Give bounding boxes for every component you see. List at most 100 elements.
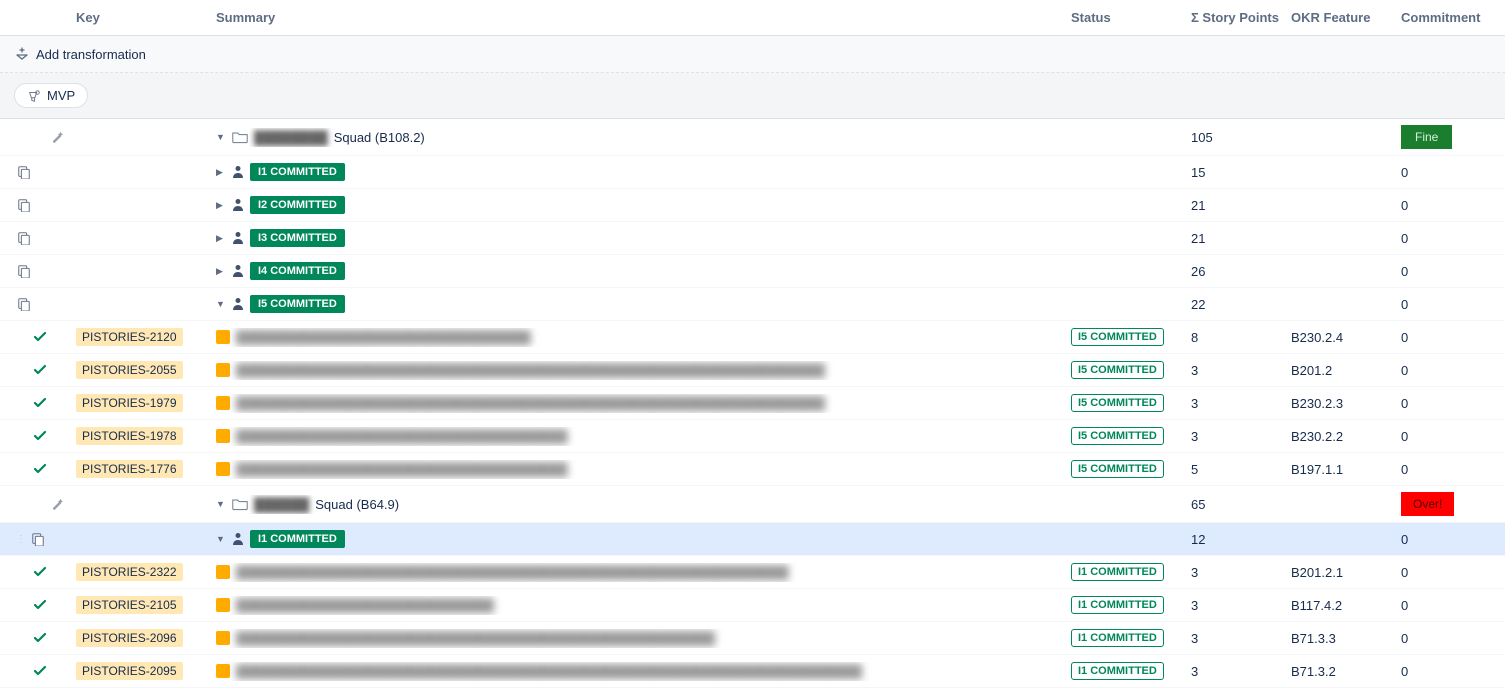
issue-key[interactable]: PISTORIES-1776 [76,460,183,478]
status-pill[interactable]: I1 COMMITTED [1071,563,1164,581]
status-pill[interactable]: I1 COMMITTED [1071,662,1164,680]
group-name-suffix: Squad (B108.2) [334,130,425,145]
story-summary[interactable]: ████████████████████████████ [236,598,494,613]
story-summary[interactable]: ████████████████████████████████████ [236,429,568,444]
iteration-row[interactable]: ▼ I5 COMMITTED 22 0 [0,288,1505,321]
page-icon[interactable] [16,263,32,279]
issue-key[interactable]: PISTORIES-1979 [76,394,183,412]
story-row[interactable]: PISTORIES-2095 █████████████████████████… [0,655,1505,688]
issue-key[interactable]: PISTORIES-2120 [76,328,183,346]
story-okr: B230.2.3 [1285,394,1395,413]
issue-key[interactable]: PISTORIES-2096 [76,629,183,647]
caret-down-icon[interactable]: ▼ [216,499,226,509]
group-row[interactable]: ▼ ████████ Squad (B108.2) 105 Fine [0,119,1505,156]
col-okr-feature[interactable]: OKR Feature [1285,6,1395,29]
story-row[interactable]: PISTORIES-2120 █████████████████████████… [0,321,1505,354]
story-summary[interactable]: ████████████████████████████████████████… [236,396,825,411]
story-commitment: 0 [1395,394,1495,413]
caret-right-icon[interactable]: ▶ [216,266,226,277]
filter-bar: MVP [0,73,1505,119]
story-type-icon [216,429,230,443]
iteration-row[interactable]: ▶ I3 COMMITTED 21 0 [0,222,1505,255]
page-icon[interactable] [16,164,32,180]
wand-icon[interactable] [50,130,64,144]
story-summary[interactable]: ████████████████████████████████ [236,330,531,345]
story-commitment: 0 [1395,563,1495,582]
folder-icon [232,130,248,144]
story-summary[interactable]: ████████████████████████████████████████… [236,664,862,679]
issue-key[interactable]: PISTORIES-2105 [76,596,183,614]
story-type-icon [216,631,230,645]
story-row[interactable]: PISTORIES-2322 █████████████████████████… [0,556,1505,589]
story-row[interactable]: PISTORIES-2055 █████████████████████████… [0,354,1505,387]
caret-right-icon[interactable]: ▶ [216,200,226,211]
col-story-points[interactable]: Σ Story Points [1185,6,1285,29]
iteration-row[interactable]: ▶ I2 COMMITTED 21 0 [0,189,1505,222]
story-summary[interactable]: ████████████████████████████████████████… [236,631,715,646]
status-pill[interactable]: I5 COMMITTED [1071,361,1164,379]
col-summary[interactable]: Summary [210,6,1065,29]
status-pill[interactable]: I5 COMMITTED [1071,328,1164,346]
iteration-commitment: 0 [1395,196,1495,215]
page-icon[interactable] [16,230,32,246]
iteration-row[interactable]: ⋮ ▼ I1 COMMITTED 12 0 [0,523,1505,556]
story-okr: B201.2 [1285,361,1395,380]
group-points: 105 [1185,128,1285,147]
story-points: 3 [1185,361,1285,380]
story-type-icon [216,462,230,476]
issue-key[interactable]: PISTORIES-1978 [76,427,183,445]
filter-chip-icon [27,89,41,103]
issue-key[interactable]: PISTORIES-2322 [76,563,183,581]
row-left [10,360,70,380]
story-row[interactable]: PISTORIES-1979 █████████████████████████… [0,387,1505,420]
status-pill[interactable]: I1 COMMITTED [1071,596,1164,614]
story-points: 8 [1185,328,1285,347]
wand-icon[interactable] [50,497,64,511]
issue-key[interactable]: PISTORIES-2095 [76,662,183,680]
story-summary[interactable]: ████████████████████████████████████████… [236,363,825,378]
issue-key[interactable]: PISTORIES-2055 [76,361,183,379]
check-icon [32,362,48,378]
status-pill[interactable]: I5 COMMITTED [1071,460,1164,478]
iteration-row[interactable]: ▶ I1 COMMITTED 15 0 [0,156,1505,189]
col-commitment[interactable]: Commitment [1395,6,1495,29]
status-pill[interactable]: I5 COMMITTED [1071,394,1164,412]
caret-right-icon[interactable]: ▶ [216,233,226,244]
story-row[interactable]: PISTORIES-1978 █████████████████████████… [0,420,1505,453]
caret-down-icon[interactable]: ▼ [216,299,226,309]
iteration-commitment: 0 [1395,295,1495,314]
iteration-points: 12 [1185,530,1285,549]
page-icon[interactable] [16,197,32,213]
story-type-icon [216,664,230,678]
story-type-icon [216,565,230,579]
col-key[interactable]: Key [70,6,210,29]
iteration-row[interactable]: ▶ I4 COMMITTED 26 0 [0,255,1505,288]
grip-icon[interactable]: ⋮ [16,534,26,545]
story-summary[interactable]: ████████████████████████████████████████… [236,565,789,580]
filter-chip-mvp[interactable]: MVP [14,83,88,108]
group-row[interactable]: ▼ ██████ Squad (B64.9) 65 Over! [0,486,1505,523]
story-row[interactable]: PISTORIES-1776 █████████████████████████… [0,453,1505,486]
row-left: ⋮ [10,529,70,549]
col-status[interactable]: Status [1065,6,1185,29]
story-summary[interactable]: ████████████████████████████████████ [236,462,568,477]
row-left [10,495,70,513]
row-left [10,562,70,582]
parent-icon [232,264,244,278]
iteration-badge: I3 COMMITTED [250,229,345,247]
page-icon[interactable] [16,296,32,312]
parent-icon [232,532,244,546]
caret-down-icon[interactable]: ▼ [216,534,226,544]
add-transformation-button[interactable]: Add transformation [36,47,146,62]
story-row[interactable]: PISTORIES-2096 █████████████████████████… [0,622,1505,655]
check-icon [32,428,48,444]
row-left [10,628,70,648]
caret-right-icon[interactable]: ▶ [216,167,226,178]
story-points: 3 [1185,427,1285,446]
status-pill[interactable]: I1 COMMITTED [1071,629,1164,647]
status-pill[interactable]: I5 COMMITTED [1071,427,1164,445]
story-okr: B117.4.2 [1285,596,1395,615]
caret-down-icon[interactable]: ▼ [216,132,226,142]
page-icon[interactable] [30,531,46,547]
story-row[interactable]: PISTORIES-2105 █████████████████████████… [0,589,1505,622]
